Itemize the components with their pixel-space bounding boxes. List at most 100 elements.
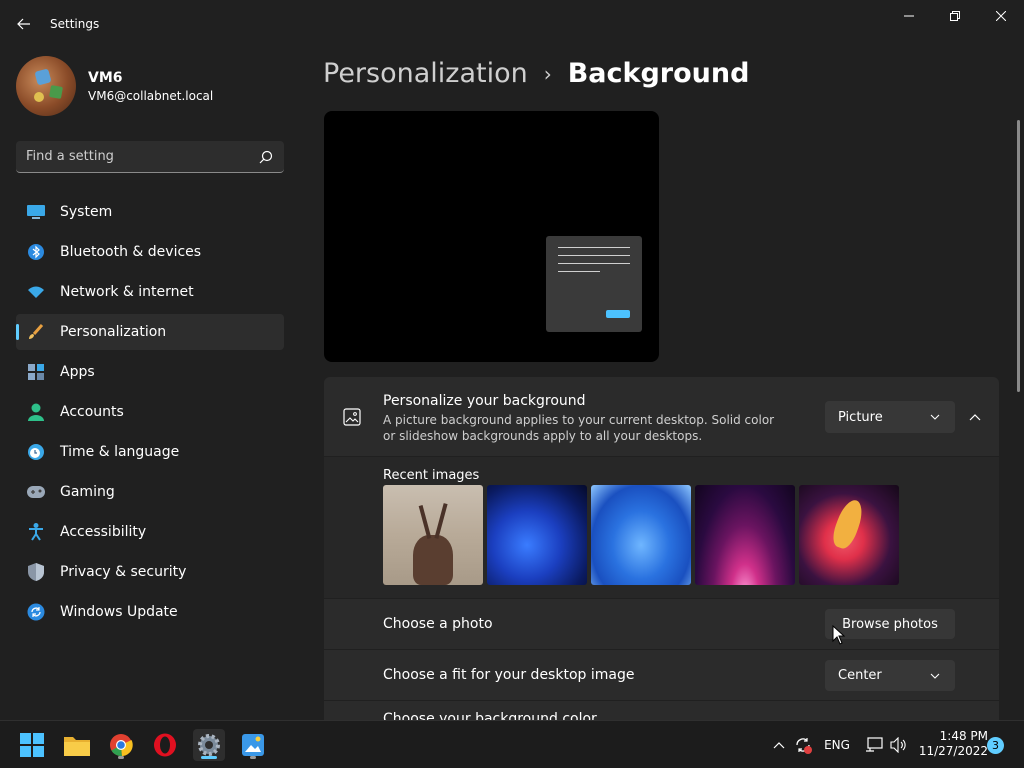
sidebar-item-label: Time & language (60, 444, 180, 460)
chevron-up-icon (969, 414, 981, 421)
recent-images-label: Recent images (383, 468, 480, 483)
recent-image-blue-bloom-dark[interactable] (487, 485, 587, 585)
sync-alert-icon (796, 738, 812, 754)
taskbar-chrome[interactable] (105, 729, 137, 761)
language-indicator[interactable]: ENG (824, 735, 850, 755)
sidebar-item-personalization[interactable]: Personalization (16, 314, 284, 350)
preview-window (546, 236, 642, 332)
page-title: Background (567, 58, 750, 89)
sidebar-item-apps[interactable]: Apps (16, 354, 284, 390)
sync-status-button[interactable] (793, 735, 813, 755)
restore-icon (950, 11, 960, 21)
scrollbar[interactable] (1017, 120, 1020, 392)
minimize-icon (904, 15, 914, 17)
sidebar-item-time-language[interactable]: Time & language (16, 434, 284, 470)
sidebar-item-accessibility[interactable]: Accessibility (16, 514, 284, 550)
sidebar-item-label: Personalization (60, 324, 167, 340)
breadcrumb-parent[interactable]: Personalization (323, 58, 528, 89)
sidebar-item-label: Accessibility (60, 524, 147, 540)
close-button[interactable] (978, 0, 1024, 32)
taskbar-clock[interactable]: 1:48 PM 11/27/2022 (916, 729, 988, 759)
minimize-button[interactable] (886, 0, 932, 32)
app-title: Settings (50, 17, 100, 31)
clock-globe-icon (26, 442, 46, 462)
sidebar-item-bluetooth[interactable]: Bluetooth & devices (16, 234, 284, 270)
taskbar-file-explorer[interactable] (61, 729, 93, 761)
choose-photo-row: Choose a photo Browse photos (324, 599, 999, 649)
window-controls (886, 0, 1024, 32)
dropdown-value: Center (838, 668, 882, 683)
title-bar: Settings (0, 0, 1024, 48)
paint-icon (242, 734, 264, 756)
recent-images-list (383, 485, 903, 585)
breadcrumb-separator: › (543, 61, 552, 86)
volume-control[interactable] (889, 735, 909, 755)
sidebar-item-label: Windows Update (60, 604, 178, 620)
sidebar-item-label: Privacy & security (60, 564, 187, 580)
monitor-icon (26, 202, 46, 222)
recent-image-purple-glow[interactable] (695, 485, 795, 585)
network-status[interactable] (864, 735, 884, 755)
search-icon[interactable] (258, 149, 274, 165)
taskbar-opera[interactable] (149, 729, 181, 761)
personalize-background-card: Personalize your background A picture ba… (324, 377, 999, 456)
sidebar-item-gaming[interactable]: Gaming (16, 474, 284, 510)
sidebar-item-privacy[interactable]: Privacy & security (16, 554, 284, 590)
avatar (16, 56, 76, 116)
taskbar-settings[interactable] (193, 729, 225, 761)
taskbar-paint[interactable] (237, 729, 269, 761)
sidebar-item-accounts[interactable]: Accounts (16, 394, 284, 430)
sidebar-item-network[interactable]: Network & internet (16, 274, 284, 310)
search-input[interactable] (26, 149, 246, 164)
chevron-down-icon (930, 673, 940, 679)
start-icon (20, 733, 44, 757)
sidebar-item-label: Bluetooth & devices (60, 244, 202, 260)
file-explorer-icon (64, 737, 90, 756)
section-title: Personalize your background (383, 393, 586, 409)
restore-button[interactable] (932, 0, 978, 32)
recent-image-blue-bloom-light[interactable] (591, 485, 691, 585)
network-icon (866, 737, 883, 752)
gamepad-icon (26, 482, 46, 502)
user-profile[interactable]: VM6 VM6@collabnet.local (16, 56, 213, 116)
start-button[interactable] (16, 729, 48, 761)
volume-icon (890, 737, 906, 753)
profile-name: VM6 (88, 69, 123, 86)
notification-badge[interactable]: 3 (987, 737, 1004, 754)
sidebar-item-label: Apps (60, 364, 95, 380)
background-color-row: Choose your background color (324, 701, 999, 720)
background-color-label: Choose your background color (383, 711, 597, 720)
back-button[interactable] (10, 12, 38, 36)
profile-email: VM6@collabnet.local (88, 88, 214, 103)
sidebar-item-label: System (60, 204, 113, 220)
show-hidden-icons-button[interactable] (771, 735, 787, 755)
mouse-cursor-icon (832, 625, 846, 645)
search-box[interactable] (16, 141, 284, 173)
sidebar-item-label: Gaming (60, 484, 115, 500)
opera-icon (154, 733, 176, 757)
sidebar-item-system[interactable]: System (16, 194, 284, 230)
background-type-dropdown[interactable]: Picture (825, 401, 955, 433)
accessibility-icon (26, 522, 46, 542)
back-arrow-icon (17, 18, 30, 30)
taskbar: ENG 1:48 PM 11/27/2022 3 (0, 720, 1024, 768)
person-icon (26, 402, 46, 422)
collapse-button[interactable] (963, 407, 987, 427)
chevron-up-icon (773, 742, 785, 749)
picture-icon (343, 408, 361, 426)
choose-fit-row: Choose a fit for your desktop image Cent… (324, 650, 999, 700)
sidebar-item-windows-update[interactable]: Windows Update (16, 594, 284, 630)
bluetooth-icon (26, 242, 46, 262)
shield-icon (26, 562, 46, 582)
sidebar-nav: System Bluetooth & devices Network & int… (16, 194, 284, 634)
clock-time: 1:48 PM (939, 729, 988, 743)
dropdown-value: Picture (838, 409, 883, 425)
sidebar-item-label: Accounts (60, 404, 124, 420)
recent-image-deer[interactable] (383, 485, 483, 585)
recent-image-flower[interactable] (799, 485, 899, 585)
fit-dropdown[interactable]: Center (825, 660, 955, 691)
breadcrumb: Personalization › Background (323, 58, 749, 89)
choose-photo-label: Choose a photo (383, 616, 493, 632)
chrome-icon (110, 734, 133, 757)
close-icon (996, 11, 1006, 21)
